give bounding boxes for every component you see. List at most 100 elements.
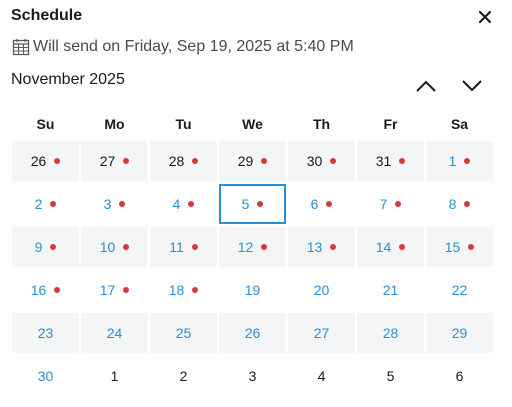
day-number: 27	[99, 153, 116, 169]
day-cell[interactable]: 2	[12, 184, 79, 224]
day-number: 7	[379, 196, 388, 212]
day-cell[interactable]: 19	[219, 270, 286, 310]
day-number: 9	[34, 239, 43, 255]
weekday-label: Sa	[450, 116, 469, 132]
day-cell[interactable]: 22	[426, 270, 493, 310]
day-cell[interactable]: 8	[426, 184, 493, 224]
day-cell[interactable]: 25	[150, 313, 217, 353]
day-cell[interactable]: 3	[219, 356, 286, 396]
day-cell[interactable]: 4	[150, 184, 217, 224]
weekday-label: Mo	[104, 116, 125, 132]
day-number: 10	[99, 239, 116, 255]
send-time-text: Will send on Friday, Sep 19, 2025 at 5:4…	[33, 38, 354, 55]
schedule-panel: Schedule Will send on Friday, Sep 19, 20…	[0, 0, 512, 407]
scheduled-dot-icon	[399, 158, 406, 164]
day-cell-selected[interactable]: 5	[219, 184, 286, 224]
scheduled-dot-icon	[468, 244, 475, 250]
weekday-label: Th	[312, 116, 331, 132]
day-number: 4	[317, 368, 326, 384]
day-cell[interactable]: 15	[426, 227, 493, 267]
day-cell[interactable]: 4	[288, 356, 355, 396]
day-cell[interactable]: 9	[12, 227, 79, 267]
month-label: November 2025	[11, 71, 125, 88]
day-cell[interactable]: 3	[81, 184, 148, 224]
day-cell[interactable]: 24	[81, 313, 148, 353]
day-cell[interactable]: 17	[81, 270, 148, 310]
day-cell[interactable]: 5	[357, 356, 424, 396]
scheduled-dot-icon	[54, 158, 61, 164]
day-cell[interactable]: 29	[219, 141, 286, 181]
day-cell[interactable]: 1	[81, 356, 148, 396]
day-number: 1	[110, 368, 119, 384]
day-number: 23	[37, 325, 54, 341]
scheduled-dot-icon	[192, 158, 199, 164]
day-cell[interactable]: 18	[150, 270, 217, 310]
day-cell[interactable]: 11	[150, 227, 217, 267]
day-number: 5	[241, 196, 250, 212]
scheduled-dot-icon	[50, 201, 57, 207]
day-number: 5	[386, 368, 395, 384]
day-number: 26	[30, 153, 47, 169]
scheduled-dot-icon	[191, 244, 198, 250]
day-cell[interactable]: 2	[150, 356, 217, 396]
day-number: 11	[169, 239, 184, 255]
day-number: 17	[99, 282, 116, 298]
day-cell[interactable]: 14	[357, 227, 424, 267]
day-number: 13	[306, 239, 323, 255]
day-cell[interactable]: 20	[288, 270, 355, 310]
weekday-label: Fr	[383, 116, 398, 132]
prev-month-button[interactable]	[412, 72, 440, 100]
day-number: 28	[382, 325, 399, 341]
calendar-grid: Su Mo Tu We Th Fr Sa 26 27 28 29 30 31 1 2 3 4 5 6 7 8 9 10 11…	[12, 108, 495, 396]
day-number: 8	[448, 196, 457, 212]
day-number: 30	[37, 368, 54, 384]
day-cell[interactable]: 1	[426, 141, 493, 181]
weekday-label: Tu	[175, 116, 192, 132]
scheduled-dot-icon	[192, 287, 199, 293]
day-cell[interactable]: 7	[357, 184, 424, 224]
weekday-label: We	[242, 116, 263, 132]
day-cell[interactable]: 30	[288, 141, 355, 181]
day-number: 26	[244, 325, 261, 341]
day-cell[interactable]: 16	[12, 270, 79, 310]
day-cell[interactable]: 23	[12, 313, 79, 353]
day-number: 6	[310, 196, 319, 212]
scheduled-dot-icon	[123, 158, 130, 164]
day-cell[interactable]: 27	[81, 141, 148, 181]
day-cell[interactable]: 26	[12, 141, 79, 181]
day-number: 24	[106, 325, 123, 341]
scheduled-dot-icon	[399, 244, 406, 250]
day-cell[interactable]: 26	[219, 313, 286, 353]
day-number: 3	[103, 196, 112, 212]
day-number: 28	[168, 153, 185, 169]
chevron-down-icon	[462, 80, 482, 92]
day-number: 15	[444, 239, 461, 255]
scheduled-dot-icon	[464, 201, 471, 207]
day-cell[interactable]: 29	[426, 313, 493, 353]
day-number: 19	[244, 282, 261, 298]
day-cell[interactable]: 31	[357, 141, 424, 181]
scheduled-dot-icon	[261, 158, 268, 164]
next-month-button[interactable]	[458, 72, 486, 100]
day-number: 22	[451, 282, 468, 298]
scheduled-dot-icon	[123, 244, 130, 250]
panel-title: Schedule	[11, 7, 83, 24]
day-cell[interactable]: 27	[288, 313, 355, 353]
scheduled-dot-icon	[119, 201, 126, 207]
day-cell[interactable]: 6	[288, 184, 355, 224]
day-cell[interactable]: 28	[357, 313, 424, 353]
close-button[interactable]	[474, 6, 496, 28]
close-icon	[478, 10, 492, 24]
day-number: 29	[237, 153, 254, 169]
day-cell[interactable]: 30	[12, 356, 79, 396]
day-cell[interactable]: 28	[150, 141, 217, 181]
scheduled-dot-icon	[261, 244, 268, 250]
scheduled-dot-icon	[326, 201, 333, 207]
day-cell[interactable]: 13	[288, 227, 355, 267]
day-cell[interactable]: 12	[219, 227, 286, 267]
day-cell[interactable]: 21	[357, 270, 424, 310]
day-cell[interactable]: 6	[426, 356, 493, 396]
weekday-label: Su	[36, 116, 55, 132]
day-cell[interactable]: 10	[81, 227, 148, 267]
day-number: 31	[375, 153, 392, 169]
